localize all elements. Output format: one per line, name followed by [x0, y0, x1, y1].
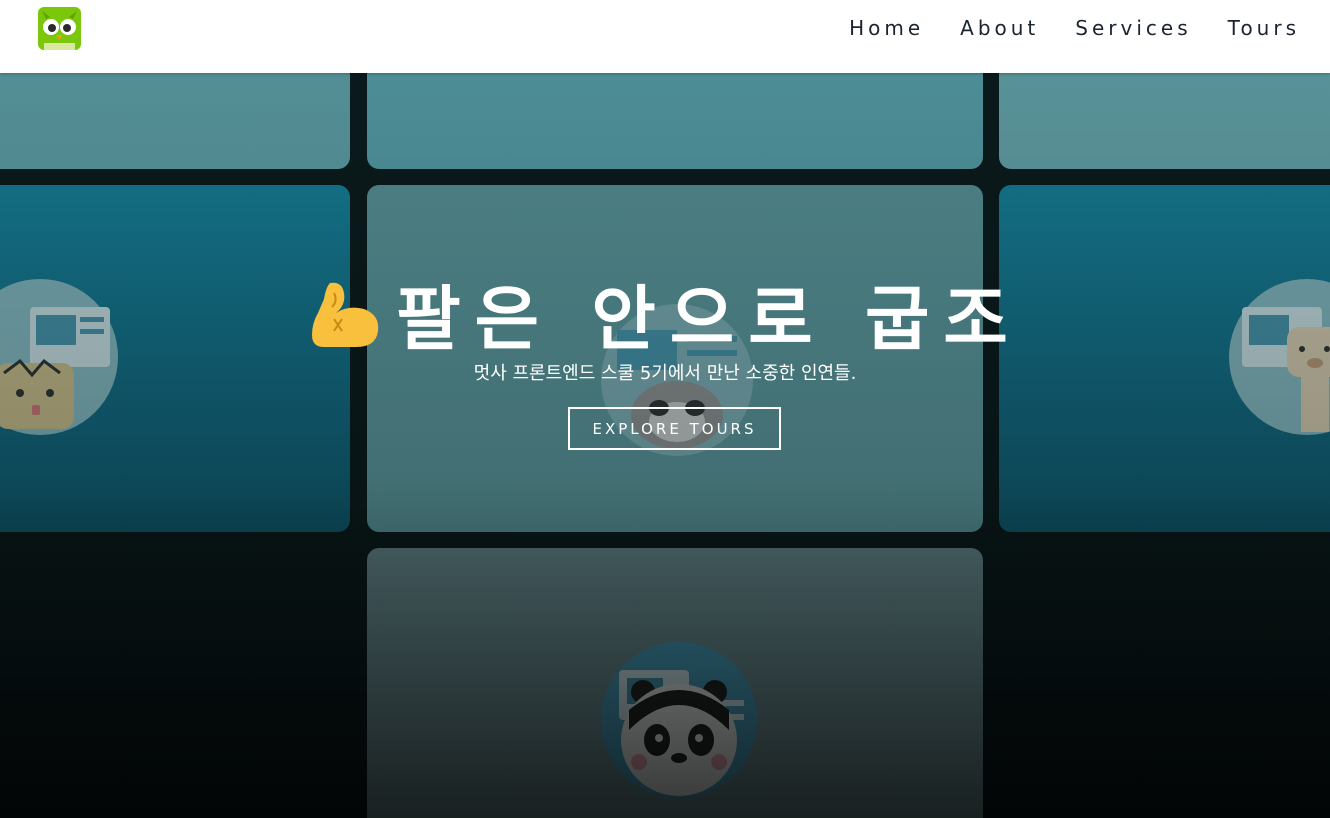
explore-tours-button[interactable]: EXPLORE TOURS	[568, 407, 781, 450]
nav-tours-link[interactable]: Tours	[1228, 16, 1300, 40]
hero-subtitle: 멋사 프론트엔드 스쿨 5기에서 만난 소중한 인연들.	[473, 363, 857, 384]
hero-headline: 팔은 안으로 굽조	[0, 263, 1330, 364]
nav-home-link[interactable]: Home	[849, 16, 924, 40]
flexed-biceps-icon	[312, 282, 379, 347]
nav-services-link[interactable]: Services	[1075, 16, 1191, 40]
owl-logo-icon[interactable]	[38, 7, 81, 50]
navbar: Home About Services Tours	[0, 0, 1330, 73]
hero-content: 팔은 안으로 굽조 멋사 프론트엔드 스쿨 5기에서 만난 소중한 인연들. E…	[0, 73, 1330, 818]
hero-section: 팔은 안으로 굽조 멋사 프론트엔드 스쿨 5기에서 만난 소중한 인연들. E…	[0, 73, 1330, 818]
nav-about-link[interactable]: About	[960, 16, 1039, 40]
nav-links: Home About Services Tours	[849, 16, 1300, 40]
headline-text: 팔은 안으로 굽조	[396, 278, 1022, 360]
